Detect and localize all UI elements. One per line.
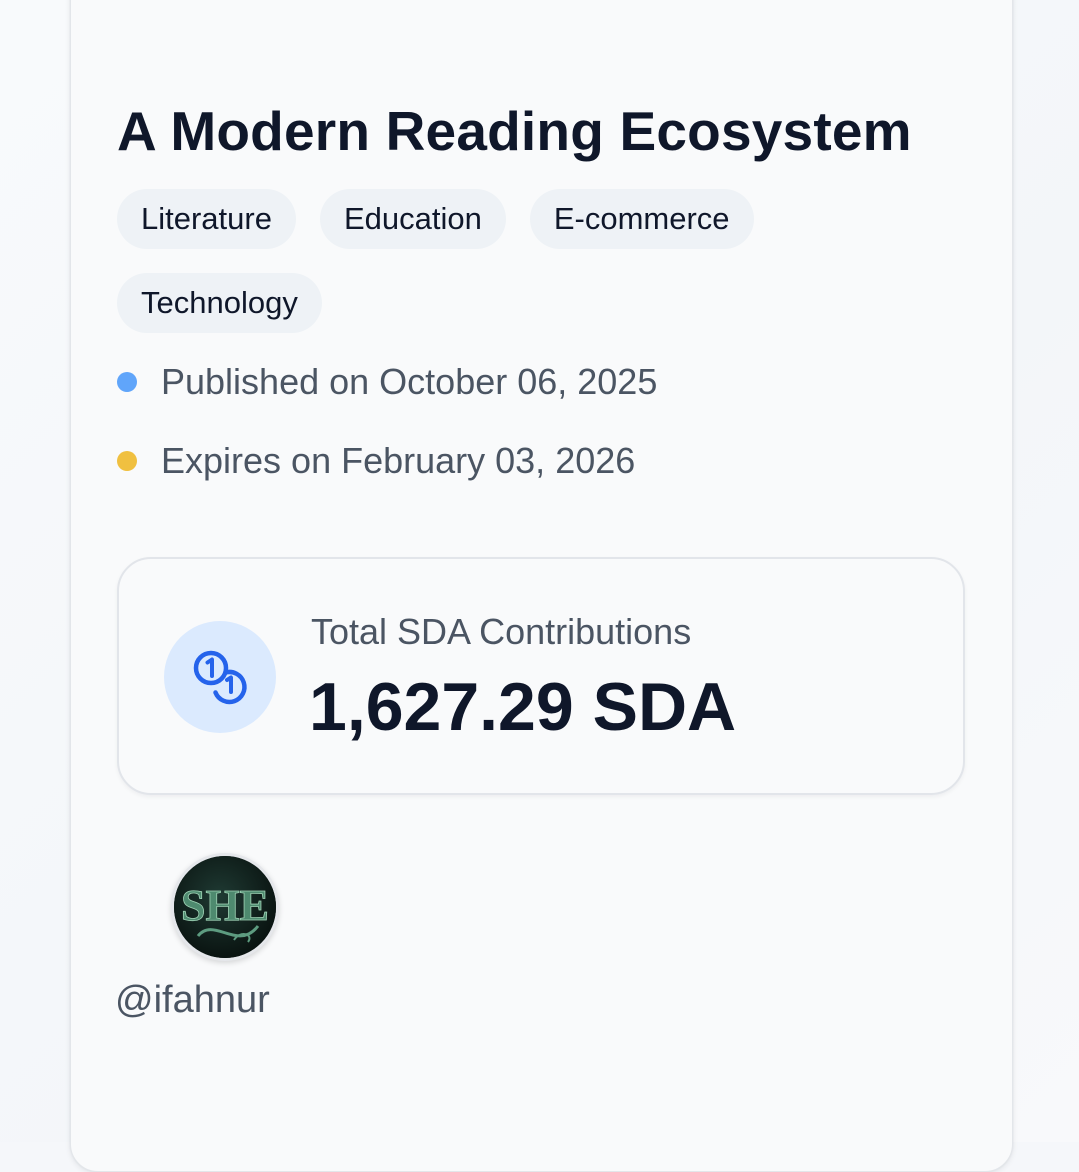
expires-row: Expires on February 03, 2026 — [117, 436, 657, 486]
contributions-card: Total SDA Contributions 1,627.29 SDA — [117, 557, 965, 795]
author-username[interactable]: @ifahnur — [115, 979, 270, 1022]
she-logo-avatar-icon: SHE — [174, 856, 276, 958]
author-avatar[interactable]: SHE — [171, 853, 279, 961]
contributions-label: Total SDA Contributions — [311, 611, 692, 652]
published-dot-icon — [117, 372, 137, 392]
tag-technology[interactable]: Technology — [117, 273, 322, 333]
published-date: Published on October 06, 2025 — [161, 361, 658, 402]
date-info: Published on October 06, 2025 Expires on… — [117, 357, 657, 515]
svg-text:SHE: SHE — [181, 881, 269, 930]
contributions-value: 1,627.29 SDA — [309, 669, 737, 745]
expires-date: Expires on February 03, 2026 — [161, 440, 636, 481]
published-row: Published on October 06, 2025 — [117, 357, 657, 407]
expires-dot-icon — [117, 451, 137, 471]
tag-education[interactable]: Education — [319, 189, 506, 249]
tag-literature[interactable]: Literature — [117, 189, 296, 249]
tag-list: Literature Education E-commerce Technolo… — [117, 189, 877, 333]
campaign-title: A Modern Reading Ecosystem — [117, 100, 912, 162]
campaign-card: A Modern Reading Ecosystem Literature Ed… — [70, 0, 1013, 1172]
coins-icon — [193, 650, 247, 705]
coins-icon-badge — [164, 621, 276, 733]
tag-ecommerce[interactable]: E-commerce — [529, 189, 754, 249]
